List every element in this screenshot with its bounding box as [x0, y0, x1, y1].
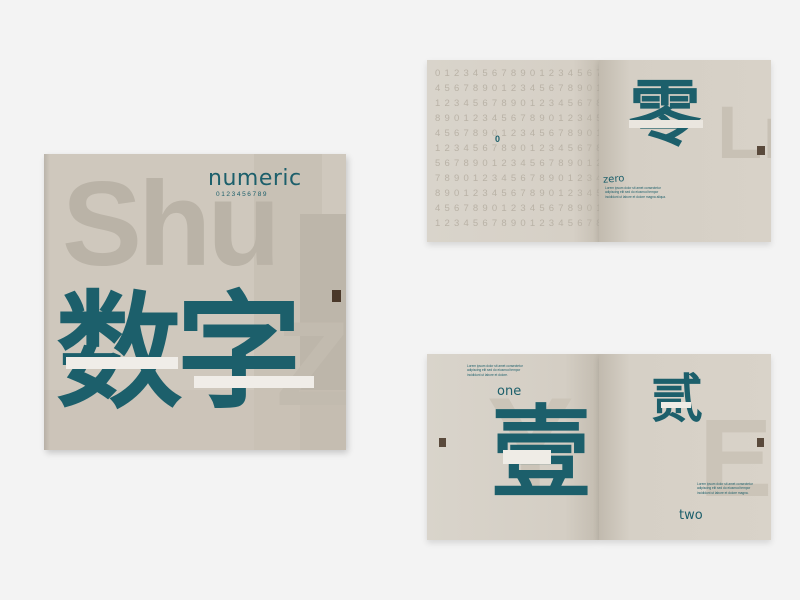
left-page: Y Lorem ipsum dolor sit amet consectetur…: [427, 354, 599, 540]
body-text: Lorem ipsum dolor sit amet consectetur a…: [697, 482, 753, 495]
right-page: Lıng 零 zero Lorem ipsum dolor sit amet c…: [599, 60, 771, 242]
number-grid-row: 4567890123456789012: [435, 203, 616, 214]
ghost-text: Lıng: [717, 91, 771, 174]
chinese-two: 贰: [651, 370, 704, 430]
page-marker: [757, 438, 764, 447]
right-page: Er 贰 Lorem ipsum dolor sit amet consecte…: [599, 354, 771, 540]
number-grid-row: 1234567890123456789: [435, 98, 616, 109]
book-spread-one-two: Y Lorem ipsum dolor sit amet consectetur…: [427, 354, 771, 540]
number-grid-row: 8901234567890123456: [435, 113, 616, 124]
number-grid-row: 4567890123456789012: [435, 128, 616, 139]
number-grid-row: 8901234567890123456: [435, 188, 616, 199]
cover-slice: [194, 376, 314, 388]
chinese-zero: 零: [629, 72, 702, 156]
body-text: Lorem ipsum dolor sit amet consectetur a…: [467, 364, 523, 377]
book-cover: Shu Z numeric 0123456789 数字: [44, 154, 346, 450]
char-slice: [629, 120, 703, 128]
ghost-text: Er: [699, 397, 771, 520]
body-text: Lorem ipsum dolor sit amet consectetur a…: [605, 186, 666, 199]
cover-chinese-title: 数字: [56, 279, 302, 426]
cover-spine-shade: [44, 154, 50, 450]
cover-mark: [332, 290, 341, 302]
book-spread-zero: 0 0123456789012345678 4567890123456789012…: [427, 60, 771, 242]
cover-slice: [66, 357, 178, 369]
label-two: two: [679, 508, 703, 523]
char-slice: [503, 450, 551, 464]
number-grid-row: 7890123456789012345: [435, 173, 616, 184]
left-page: 0 0123456789012345678 4567890123456789012…: [427, 60, 611, 242]
label-zero: zero: [602, 173, 625, 186]
number-grid-row: 4567890123456789012: [435, 83, 616, 94]
page-marker: [439, 438, 446, 447]
page-marker: [757, 146, 765, 155]
char-slice: [661, 402, 691, 408]
number-grid-row: 1234567890123456789: [435, 218, 616, 229]
number-grid-row: 0123456789012345678: [435, 68, 616, 79]
cover-title: numeric: [208, 166, 302, 191]
cover-digits: 0123456789: [216, 191, 269, 198]
number-grid-row: 1234567890123456789: [435, 143, 616, 154]
number-grid-row: 5678901234567890123: [435, 158, 616, 169]
